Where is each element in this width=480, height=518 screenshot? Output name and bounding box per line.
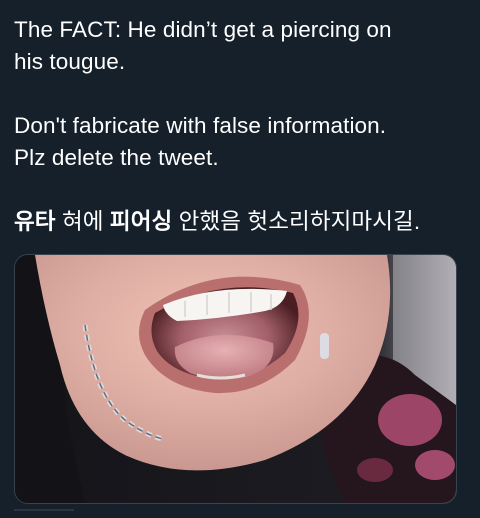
tweet: The FACT: He didn’t get a piercing on hi… bbox=[0, 0, 480, 518]
tweet-line-1: The FACT: He didn’t get a piercing on bbox=[14, 17, 392, 42]
tweet-line-4: Plz delete the tweet. bbox=[14, 145, 219, 170]
tweet-line-2: his tougue. bbox=[14, 49, 126, 74]
korean-word-yuta: 유타 bbox=[14, 209, 56, 234]
korean-phrase-1: 혀에 bbox=[55, 209, 110, 234]
tweet-text: The FACT: He didn’t get a piercing on hi… bbox=[14, 14, 466, 238]
tweet-photo[interactable] bbox=[14, 254, 457, 504]
open-mouth-photo-icon bbox=[15, 255, 456, 503]
next-item-edge bbox=[14, 509, 74, 518]
korean-phrase-2: 안했음 헛소리하지마시길. bbox=[172, 209, 421, 234]
korean-word-piercing: 피어싱 bbox=[109, 209, 173, 234]
tweet-korean-line: 유타 혀에 피어싱 안했음 헛소리하지마시길. bbox=[14, 206, 466, 238]
tweet-line-3: Don't fabricate with false information. bbox=[14, 113, 387, 138]
